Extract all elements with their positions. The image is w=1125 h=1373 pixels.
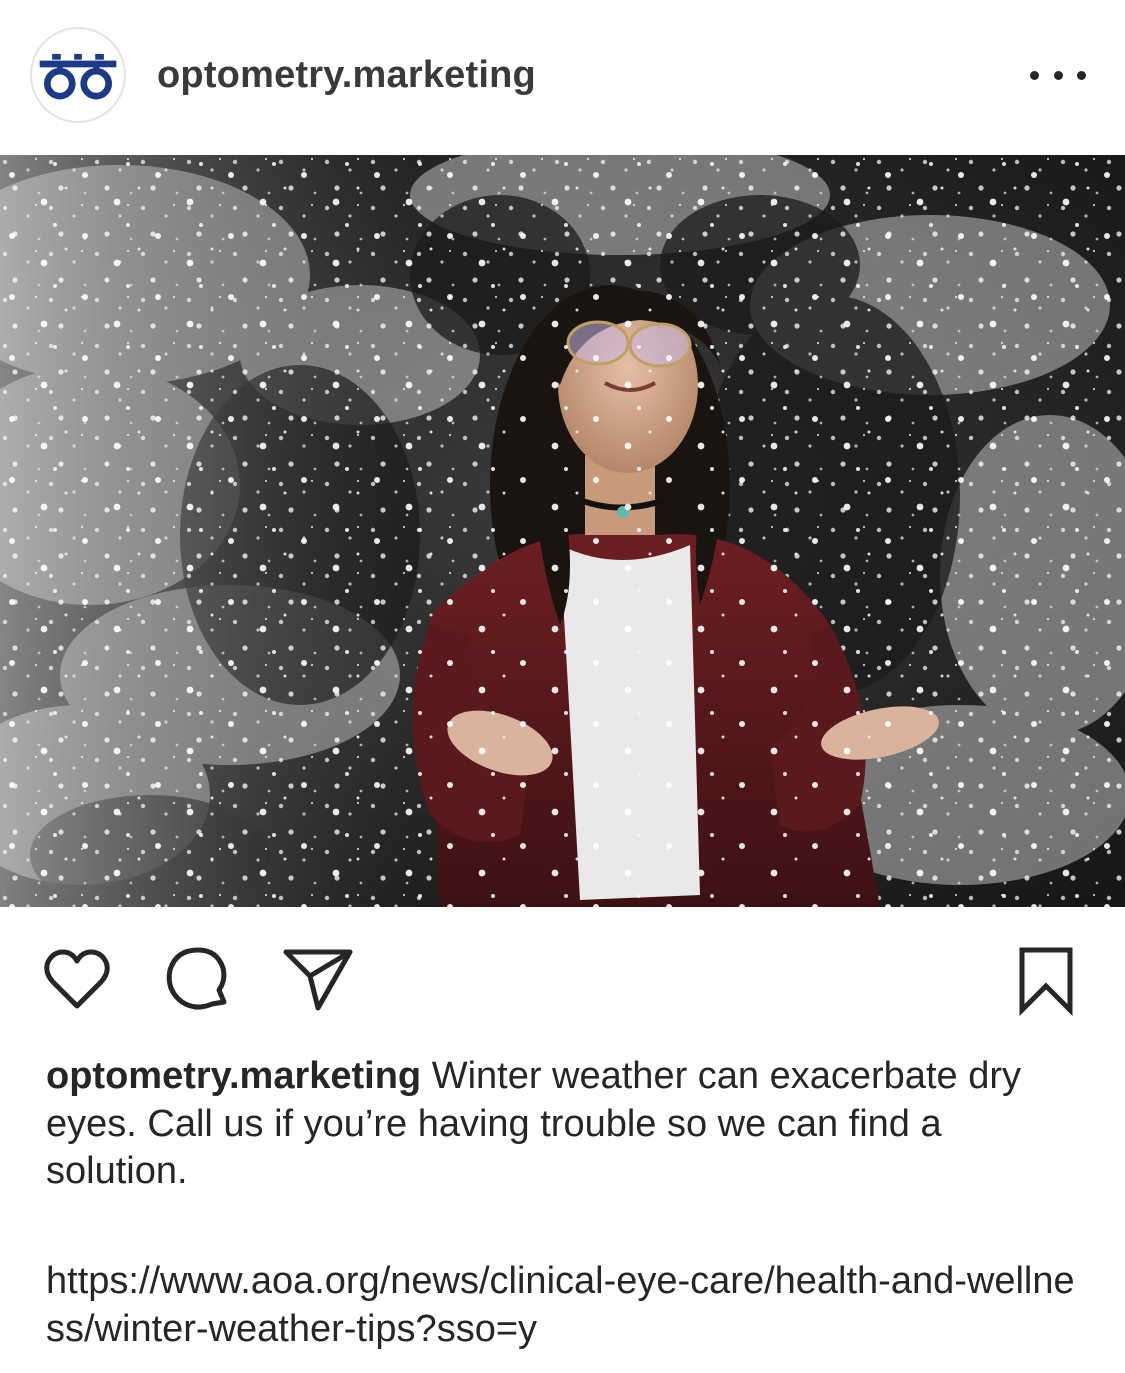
- heart-icon: [44, 949, 110, 1009]
- action-bar: [0, 930, 1125, 1030]
- avatar[interactable]: [30, 27, 126, 123]
- caption-link[interactable]: https://www.aoa.org/news/clinical-eye-ca…: [46, 1257, 1086, 1353]
- glasses-logo-icon: [33, 30, 123, 120]
- woman-in-snow-photo: [0, 155, 1125, 907]
- post-author-username[interactable]: optometry.marketing: [157, 52, 536, 98]
- more-options-button[interactable]: [1030, 58, 1086, 92]
- like-button[interactable]: [41, 944, 113, 1016]
- share-button[interactable]: [282, 944, 354, 1016]
- more-options-icon: [1030, 70, 1039, 80]
- post-header: optometry.marketing: [0, 0, 1125, 155]
- post-caption: optometry.marketing Winter weather can e…: [46, 1053, 1086, 1196]
- comment-button[interactable]: [162, 944, 234, 1016]
- bookmark-icon: [1019, 947, 1073, 1016]
- caption-username[interactable]: optometry.marketing: [46, 1055, 421, 1097]
- save-button[interactable]: [1010, 944, 1082, 1016]
- post-photo[interactable]: [0, 155, 1125, 907]
- paper-plane-icon: [283, 949, 353, 1011]
- comment-bubble-icon: [166, 947, 227, 1010]
